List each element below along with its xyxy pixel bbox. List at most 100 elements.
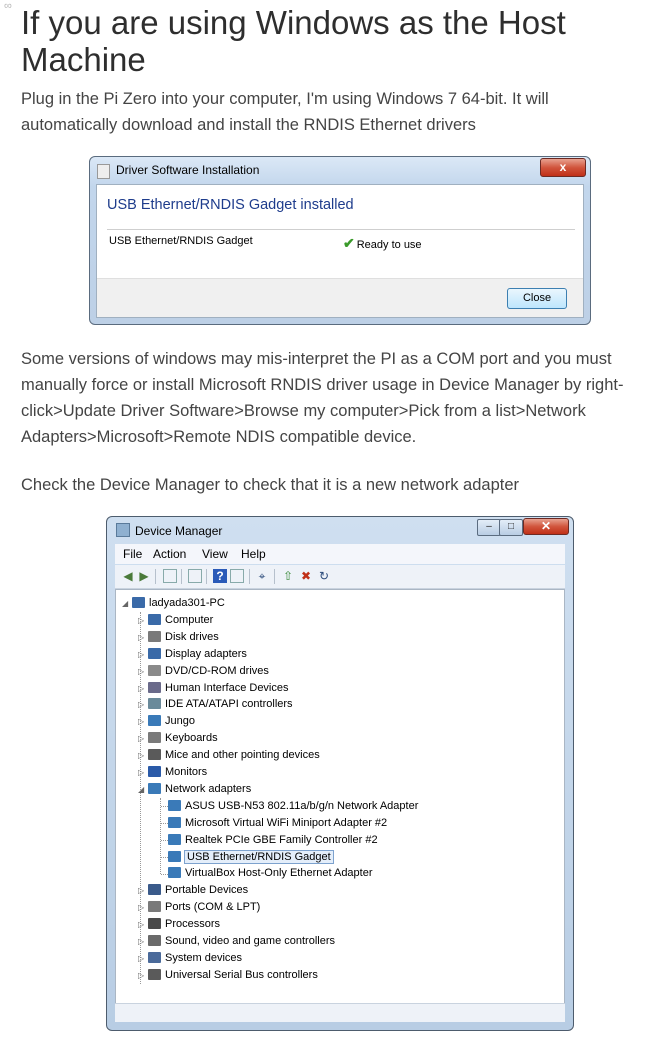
jungo-icon <box>148 715 161 727</box>
network-adapter-icon <box>168 799 181 811</box>
tree-root-computer-label: ladyada301-PC <box>149 597 225 609</box>
expand-arrow-icon[interactable]: ▷ <box>138 696 148 713</box>
tree-category[interactable]: ▷ DVD/CD-ROM drives <box>138 663 269 680</box>
tree-category[interactable]: ▷ Sound, video and game controllers <box>138 933 335 950</box>
help-icon[interactable]: ? <box>213 569 227 583</box>
maximize-button[interactable]: □ <box>499 519 523 536</box>
expand-arrow-icon[interactable]: ▷ <box>138 730 148 747</box>
intro-paragraph: Plug in the Pi Zero into your computer, … <box>21 90 549 134</box>
network-icon <box>148 782 161 794</box>
pc-icon <box>132 597 145 608</box>
tree-category-label: Human Interface Devices <box>165 681 289 694</box>
tree-category[interactable]: ◢ Network adapters <box>138 781 251 798</box>
display-icon <box>148 647 161 659</box>
tree-category[interactable]: ▷ Disk drives <box>138 629 219 646</box>
tree-category[interactable]: ▷ Computer <box>138 612 213 629</box>
tree-category-label: Sound, video and game controllers <box>165 935 335 947</box>
tree-category[interactable]: ▷ Keyboards <box>138 730 218 747</box>
expand-arrow-icon[interactable]: ▷ <box>138 916 148 933</box>
expand-arrow-icon[interactable]: ▷ <box>138 899 148 916</box>
tree-category-label: Mice and other pointing devices <box>165 749 320 762</box>
menu-help[interactable]: Help <box>241 547 266 561</box>
expand-arrow-icon[interactable]: ▷ <box>138 967 148 984</box>
menu-bar: File Action View Help <box>115 544 565 564</box>
collapse-arrow-icon[interactable]: ◢ <box>138 781 148 798</box>
port-icon <box>148 901 161 913</box>
menu-file[interactable]: File <box>123 547 142 561</box>
expand-arrow-icon[interactable]: ▷ <box>138 882 148 899</box>
enable-device-icon[interactable]: ↻ <box>317 569 331 583</box>
network-adapter-icon <box>168 816 181 828</box>
view-icon[interactable] <box>230 569 244 583</box>
hid-icon <box>148 681 161 693</box>
divider <box>107 229 575 230</box>
expand-arrow-icon[interactable]: ▷ <box>138 680 148 697</box>
minimize-button[interactable]: – <box>477 519 501 536</box>
tree-category[interactable]: ▷ Human Interface Devices <box>138 680 289 697</box>
menu-view[interactable]: View <box>202 547 228 561</box>
properties-icon[interactable] <box>188 569 202 583</box>
expand-arrow-icon[interactable]: ▷ <box>138 933 148 950</box>
tree-network-adapter-label: USB Ethernet/RNDIS Gadget <box>184 849 334 864</box>
tree-network-adapter[interactable]: ASUS USB-N53 802.11a/b/g/n Network Adapt… <box>158 798 418 815</box>
uninstall-icon[interactable]: ✖ <box>299 569 313 583</box>
tree-category-label: Monitors <box>165 766 208 778</box>
tree-root-computer[interactable]: ◢ ladyada301-PC <box>122 595 225 612</box>
tree-category[interactable]: ▷ Jungo <box>138 713 195 730</box>
device-manager-window: Device Manager – □ ✕ File Action View He… <box>106 516 574 1031</box>
checkmark-icon: ✔ <box>343 235 355 251</box>
tree-network-adapter-label: Realtek PCIe GBE Family Controller #2 <box>185 833 378 846</box>
tree-category[interactable]: ▷ IDE ATA/ATAPI controllers <box>138 696 293 713</box>
tree-network-adapter[interactable]: USB Ethernet/RNDIS Gadget <box>158 849 334 866</box>
dialog-close-x-button[interactable]: x <box>540 158 586 177</box>
back-icon[interactable]: ◀ <box>121 569 135 583</box>
expand-arrow-icon[interactable]: ▷ <box>138 663 148 680</box>
tree-category-label: Ports (COM & LPT) <box>165 901 261 914</box>
tree-category-label: IDE ATA/ATAPI controllers <box>165 698 293 711</box>
forward-icon[interactable]: ▶ <box>137 569 151 583</box>
disk-icon <box>148 630 161 642</box>
tree-category[interactable]: ▷ Ports (COM & LPT) <box>138 899 260 916</box>
dvd-icon <box>148 664 161 676</box>
collapse-arrow-icon[interactable]: ◢ <box>122 595 132 612</box>
tree-category-label: Processors <box>165 918 221 931</box>
expand-arrow-icon[interactable]: ▷ <box>138 629 148 646</box>
tree-network-adapter-label: Microsoft Virtual WiFi Miniport Adapter … <box>185 816 388 829</box>
dialog-title: Driver Software Installation <box>116 163 260 177</box>
expand-arrow-icon[interactable]: ▷ <box>138 713 148 730</box>
tree-category[interactable]: ▷ System devices <box>138 950 242 967</box>
close-button[interactable]: Close <box>507 288 567 309</box>
tree-category[interactable]: ▷ Monitors <box>138 764 207 781</box>
update-driver-icon[interactable]: ⇧ <box>281 569 295 583</box>
tree-network-adapter[interactable]: VirtualBox Host-Only Ethernet Adapter <box>158 865 373 882</box>
network-adapter-icon <box>168 867 181 879</box>
tree-category-label: System devices <box>165 951 243 964</box>
expand-arrow-icon[interactable]: ▷ <box>138 646 148 663</box>
computer-icon <box>148 613 161 625</box>
tree-category-label: Computer <box>165 613 214 626</box>
expand-arrow-icon[interactable]: ▷ <box>138 764 148 781</box>
link-anchor-icon[interactable]: ∞ <box>4 0 12 12</box>
mouse-icon <box>148 749 161 761</box>
window-close-button[interactable]: ✕ <box>523 518 569 535</box>
tree-network-adapter[interactable]: Realtek PCIe GBE Family Controller #2 <box>158 832 378 849</box>
expand-arrow-icon[interactable]: ▷ <box>138 747 148 764</box>
scan-hardware-icon[interactable]: ⌖ <box>255 569 269 583</box>
tree-category[interactable]: ▷ Universal Serial Bus controllers <box>138 967 318 984</box>
install-status: ✔ Ready to use <box>343 235 422 252</box>
expand-arrow-icon[interactable]: ▷ <box>138 612 148 629</box>
tree-network-adapter[interactable]: Microsoft Virtual WiFi Miniport Adapter … <box>158 815 387 832</box>
menu-action[interactable]: Action <box>153 547 186 561</box>
tree-category[interactable]: ▷ Processors <box>138 916 220 933</box>
monitor-icon <box>148 766 161 777</box>
tree-category-label: DVD/CD-ROM drives <box>165 664 269 677</box>
cpu-icon <box>148 918 161 930</box>
device-name: USB Ethernet/RNDIS Gadget <box>109 235 253 247</box>
keyboard-icon <box>148 732 161 744</box>
tree-category[interactable]: ▷ Portable Devices <box>138 882 248 899</box>
page-title: If you are using Windows as the Host Mac… <box>21 4 566 78</box>
tree-category[interactable]: ▷ Mice and other pointing devices <box>138 747 320 764</box>
expand-arrow-icon[interactable]: ▷ <box>138 950 148 967</box>
tree-category[interactable]: ▷ Display adapters <box>138 646 247 663</box>
show-hide-tree-icon[interactable] <box>163 569 177 583</box>
